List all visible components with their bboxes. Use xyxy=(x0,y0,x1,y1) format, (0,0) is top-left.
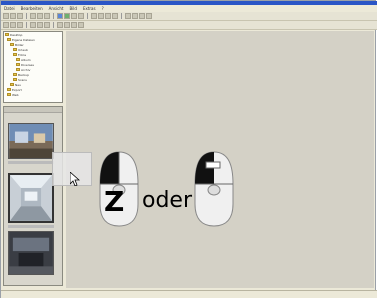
rotate-right-icon[interactable] xyxy=(78,13,84,19)
toolbar-separator xyxy=(26,22,27,28)
toolbar-main xyxy=(1,12,377,21)
folder-icon xyxy=(7,93,11,96)
thumbnail-interior-1[interactable] xyxy=(8,123,54,159)
next-icon[interactable] xyxy=(132,13,138,19)
toolbar-separator xyxy=(53,13,54,19)
folder-tree[interactable]: Desktop Eigene Dateien Bilder Urlaub Fot… xyxy=(3,31,63,103)
filter-icon[interactable] xyxy=(57,22,63,28)
folder-icon xyxy=(16,68,20,71)
slideshow-icon[interactable] xyxy=(64,13,70,19)
folder-icon xyxy=(7,88,11,91)
folder-icon xyxy=(13,48,17,51)
zoom-in-icon[interactable] xyxy=(91,13,97,19)
delete-icon[interactable] xyxy=(71,22,77,28)
menu-bar: Datei Bearbeiten Ansicht Bild Extras ? xyxy=(1,5,377,12)
fullscreen-icon[interactable] xyxy=(112,13,118,19)
forward-icon[interactable] xyxy=(10,22,16,28)
menu-file[interactable]: Datei xyxy=(4,6,15,11)
toolbar-separator xyxy=(26,13,27,19)
folder-icon xyxy=(13,53,17,56)
sort-icon[interactable] xyxy=(64,22,70,28)
view-icon[interactable] xyxy=(57,13,63,19)
list-view-icon[interactable] xyxy=(37,22,43,28)
settings-icon[interactable] xyxy=(146,13,152,19)
folder-icon xyxy=(10,83,14,86)
thumbnail-caption xyxy=(8,161,54,164)
toolbar-separator xyxy=(53,22,54,28)
email-icon[interactable] xyxy=(139,13,145,19)
menu-image[interactable]: Bild xyxy=(69,6,77,11)
thumbnail-panel-header xyxy=(4,107,62,113)
details-view-icon[interactable] xyxy=(44,22,50,28)
menu-edit[interactable]: Bearbeiten xyxy=(21,6,43,11)
app-window: Datei Bearbeiten Ansicht Bild Extras ? D… xyxy=(0,0,377,298)
thumbnail-caption xyxy=(8,225,54,228)
folder-icon xyxy=(10,43,14,46)
menu-view[interactable]: Ansicht xyxy=(49,6,64,11)
save-icon[interactable] xyxy=(10,13,16,19)
open-icon[interactable] xyxy=(3,13,9,19)
folder-icon xyxy=(13,73,17,76)
thumbnail-view-icon[interactable] xyxy=(30,22,36,28)
back-icon[interactable] xyxy=(3,22,9,28)
rotate-left-icon[interactable] xyxy=(71,13,77,19)
toolbar-separator xyxy=(87,13,88,19)
or-label: oder xyxy=(142,188,193,213)
fit-icon[interactable] xyxy=(105,13,111,19)
key-label: Z xyxy=(104,185,125,218)
info-icon[interactable] xyxy=(78,22,84,28)
mouse-cursor-icon xyxy=(70,172,80,186)
up-icon[interactable] xyxy=(17,22,23,28)
mouse-middle-button-icon xyxy=(194,151,234,227)
copy-icon[interactable] xyxy=(37,13,43,19)
status-bar xyxy=(1,290,377,298)
thumbnail-selected-hall[interactable] xyxy=(8,173,54,223)
folder-icon xyxy=(16,63,20,66)
paste-icon[interactable] xyxy=(44,13,50,19)
toolbar-secondary xyxy=(1,21,377,30)
prev-icon[interactable] xyxy=(125,13,131,19)
menu-help[interactable]: ? xyxy=(102,6,104,11)
zoom-out-icon[interactable] xyxy=(98,13,104,19)
folder-icon xyxy=(13,78,17,81)
thumbnail-interior-3[interactable] xyxy=(8,231,54,275)
menu-tools[interactable]: Extras xyxy=(83,6,96,11)
thumbnail-panel[interactable] xyxy=(3,106,63,286)
folder-icon xyxy=(5,33,9,36)
print-icon[interactable] xyxy=(17,13,23,19)
folder-icon xyxy=(16,58,20,61)
folder-icon xyxy=(7,38,11,41)
cut-icon[interactable] xyxy=(30,13,36,19)
tree-item[interactable]: Web xyxy=(4,92,62,97)
toolbar-separator xyxy=(121,13,122,19)
